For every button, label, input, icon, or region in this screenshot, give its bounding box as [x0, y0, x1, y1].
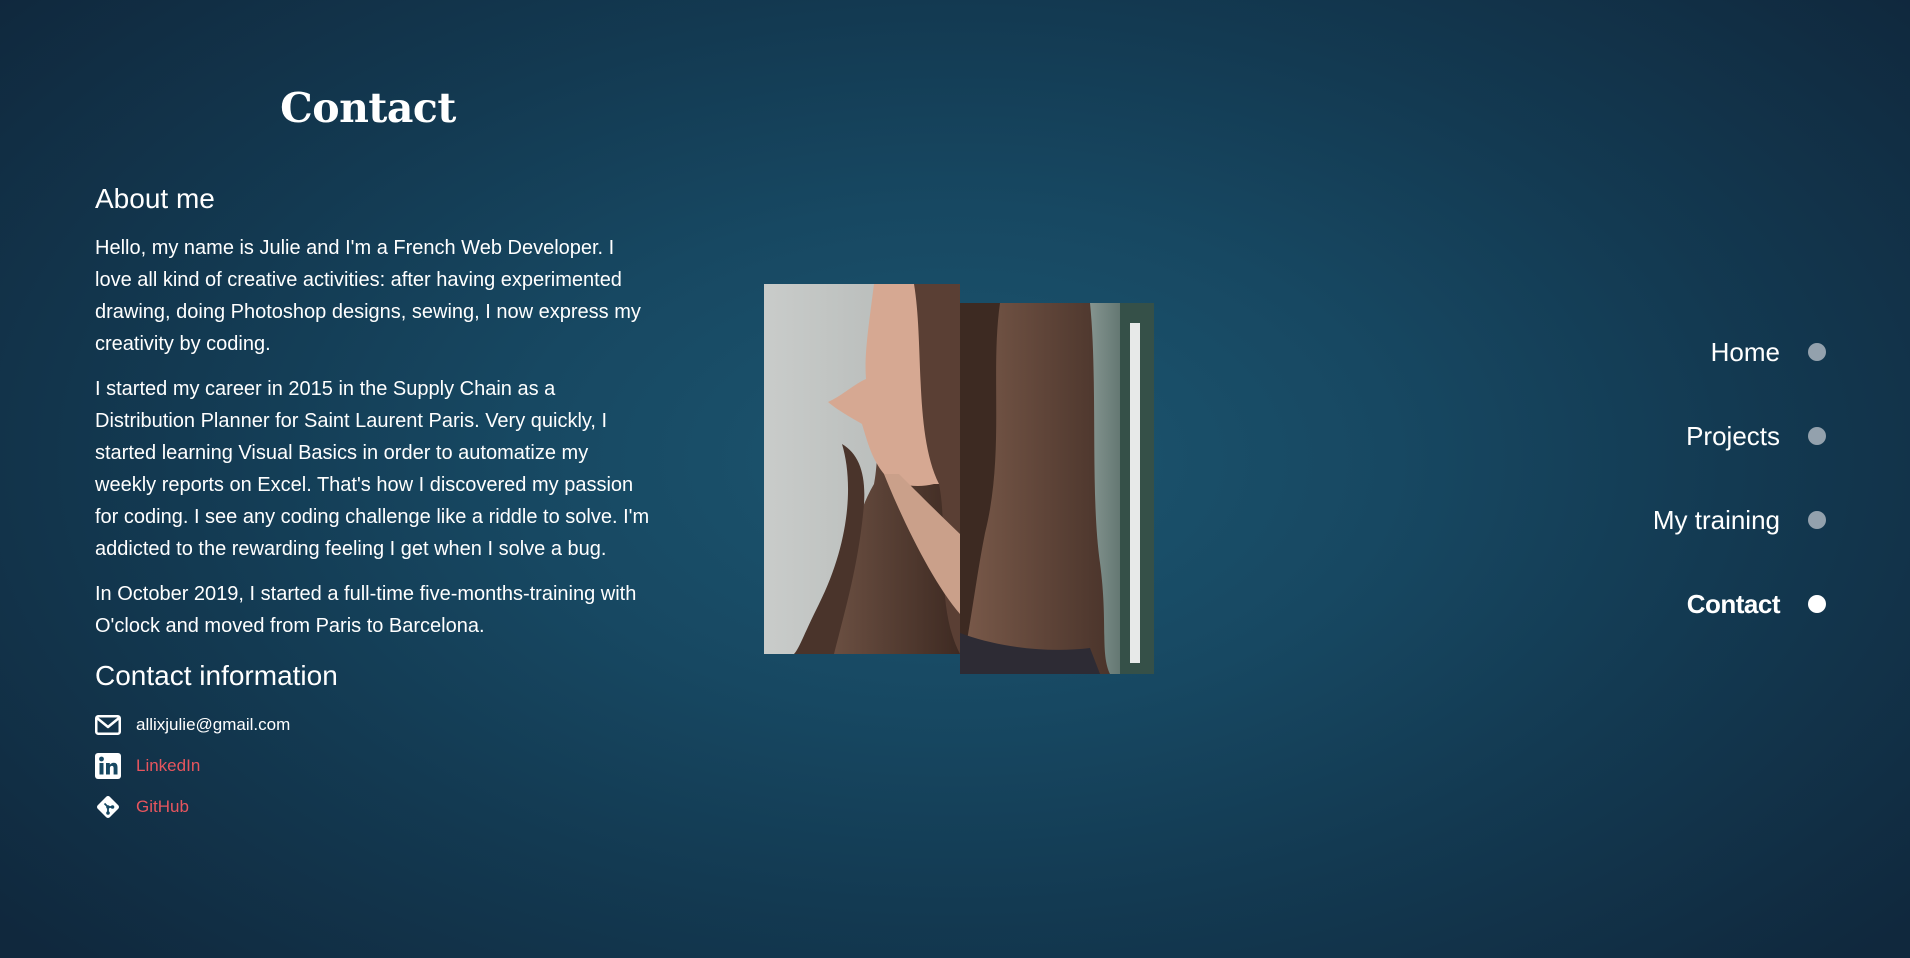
about-paragraph-2: I started my career in 2015 in the Suppl… — [95, 378, 650, 560]
nav-item-home[interactable]: Home — [1466, 330, 1826, 374]
nav-dot-home[interactable] — [1808, 343, 1826, 361]
contact-linkedin[interactable]: LinkedIn — [95, 752, 650, 779]
about-heading: About me — [95, 183, 215, 214]
linkedin-icon[interactable] — [95, 752, 121, 779]
email-text: allixjulie@gmail.com — [136, 714, 291, 734]
git-icon[interactable] — [95, 794, 121, 820]
nav-label-contact[interactable]: Contact — [1687, 589, 1781, 620]
nav-dot-contact[interactable] — [1808, 595, 1826, 613]
linkedin-link[interactable]: LinkedIn — [136, 756, 200, 776]
contact-list: allixjulie@gmail.com LinkedIn GitHub — [95, 711, 650, 820]
nav-label-home[interactable]: Home — [1711, 337, 1780, 368]
github-link[interactable]: GitHub — [136, 797, 189, 817]
nav-item-projects[interactable]: Projects — [1466, 414, 1826, 458]
contact-email: allixjulie@gmail.com — [95, 711, 650, 738]
nav-dot-my-training[interactable] — [1808, 511, 1826, 529]
contact-heading: Contact information — [95, 660, 338, 691]
about-paragraph-3: In October 2019, I started a full-time f… — [95, 583, 637, 637]
about-paragraph-1: Hello, my name is Julie and I'm a French… — [95, 237, 641, 355]
nav-label-my-training[interactable]: My training — [1653, 505, 1780, 536]
nav-item-my-training[interactable]: My training — [1466, 498, 1826, 542]
about-section: About me Hello, my name is Julie and I'm… — [95, 178, 650, 834]
page-title: Contact — [280, 84, 456, 132]
nav-item-contact[interactable]: Contact — [1466, 582, 1826, 626]
profile-photo-right — [960, 303, 1154, 674]
profile-photo-left — [764, 284, 960, 654]
nav-dot-projects[interactable] — [1808, 427, 1826, 445]
section-nav: Home Projects My training Contact — [1466, 330, 1826, 666]
contact-github[interactable]: GitHub — [95, 793, 650, 820]
mail-icon — [95, 712, 121, 738]
nav-label-projects[interactable]: Projects — [1686, 421, 1780, 452]
